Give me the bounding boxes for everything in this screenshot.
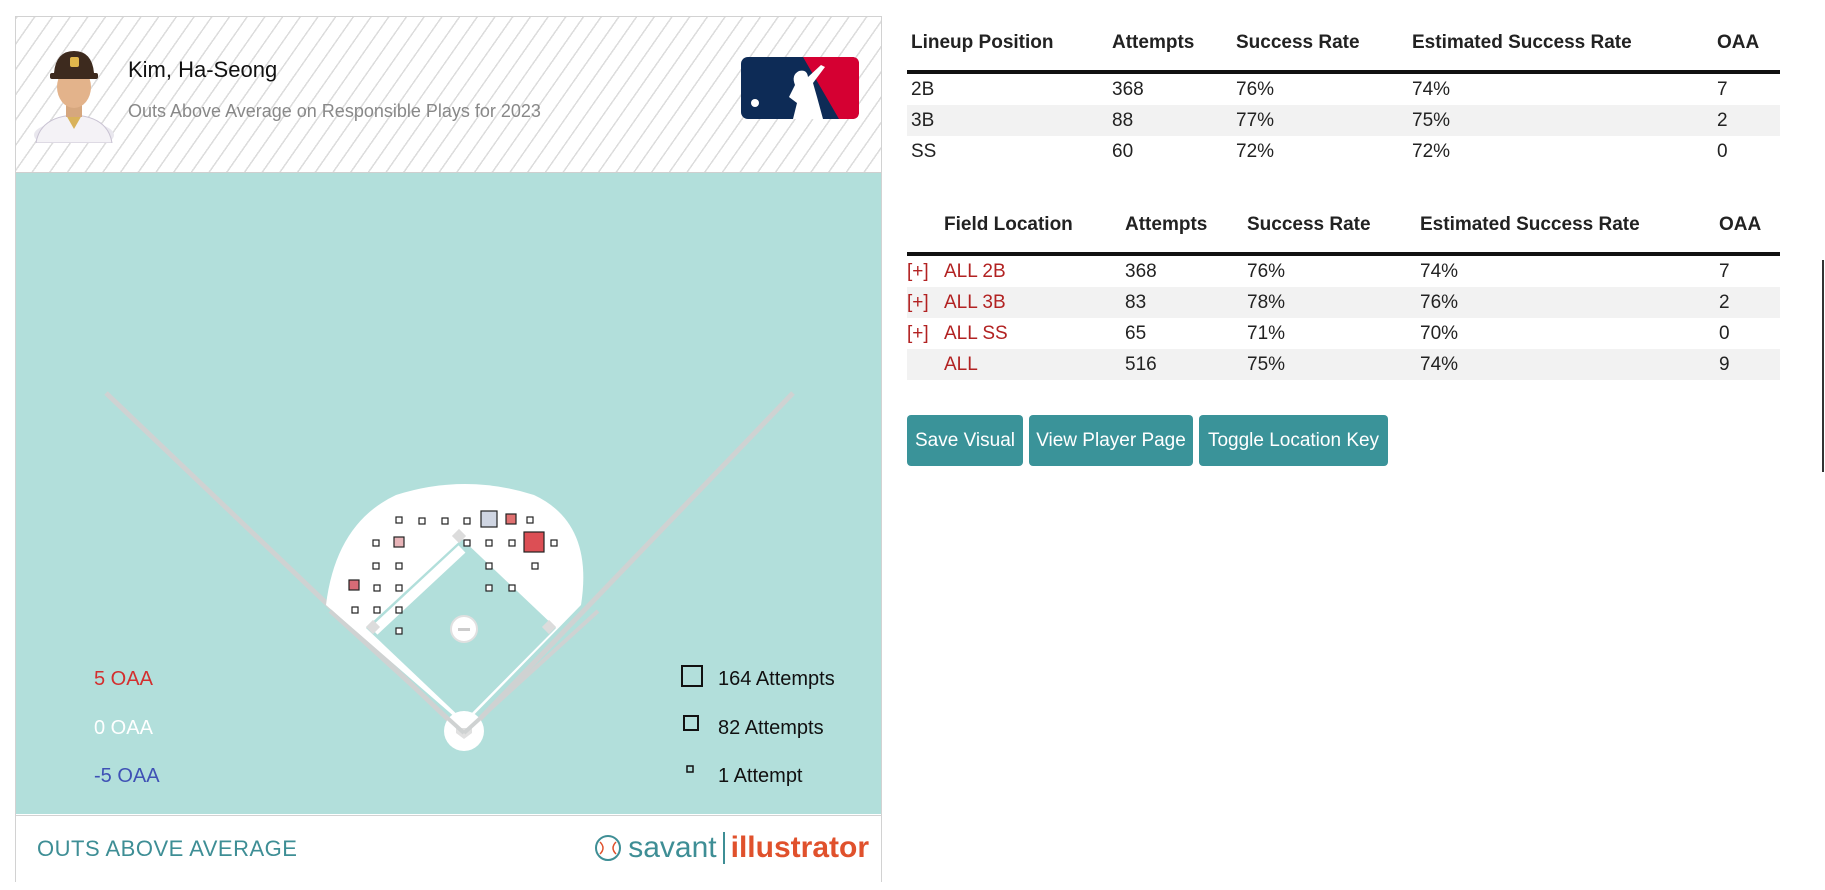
expand-toggle-3b[interactable]: [+] xyxy=(907,287,944,318)
col-header-expand xyxy=(907,198,944,256)
toggle-location-key-button[interactable]: Toggle Location Key xyxy=(1199,415,1388,466)
cell-estimated-success-rate: 74% xyxy=(1412,78,1451,100)
cell-success-rate: 72% xyxy=(1236,140,1275,162)
cell-oaa: 7 xyxy=(1719,260,1730,282)
chart-subtitle: Outs Above Average on Responsible Plays … xyxy=(128,101,541,121)
brand-divider xyxy=(722,832,725,864)
table-row: [+] ALL 2B 368 76% 74% 7 xyxy=(907,254,1780,287)
player-name: Kim, Ha-Seong xyxy=(128,57,278,82)
scrollbar-edge[interactable] xyxy=(1822,260,1824,472)
cell-estimated-success-rate: 75% xyxy=(1412,105,1717,136)
col-header-success-rate[interactable]: Success Rate xyxy=(1247,198,1420,256)
cell-estimated-success-rate: 74% xyxy=(1420,349,1719,380)
cell-attempts: 65 xyxy=(1125,322,1147,344)
legend-attempts-medium: 82 Attempts xyxy=(718,717,824,739)
cell-attempts: 83 xyxy=(1125,287,1247,318)
cell-oaa: 0 xyxy=(1719,322,1730,344)
legend-oaa-neutral: 0 OAA xyxy=(94,717,153,739)
col-header-lineup-position[interactable]: Lineup Position xyxy=(907,16,1112,74)
location-link-ss[interactable]: ALL SS xyxy=(944,318,1125,349)
col-header-field-location[interactable]: Field Location xyxy=(944,198,1125,256)
oaa-visual-card: Kim, Ha-Seong Outs Above Average on Resp… xyxy=(15,16,882,882)
col-header-attempts[interactable]: Attempts xyxy=(1112,16,1236,74)
expand-toggle-2b[interactable]: [+] xyxy=(907,254,944,287)
location-link-2b[interactable]: ALL 2B xyxy=(944,254,1125,287)
cell-success-rate: 75% xyxy=(1247,349,1420,380)
cell-position: 3B xyxy=(907,105,1112,136)
footer-title: OUTS ABOVE AVERAGE xyxy=(37,836,298,861)
cell-attempts: 88 xyxy=(1112,105,1236,136)
location-link-3b[interactable]: ALL 3B xyxy=(944,287,1125,318)
field-location-table: Field Location Attempts Success Rate Est… xyxy=(907,198,1780,380)
col-header-success-rate[interactable]: Success Rate xyxy=(1236,16,1412,74)
brand-illustrator: illustrator xyxy=(730,831,869,864)
field-diagram: 5 OAA 0 OAA -5 OAA 164 Attempts 82 Attem… xyxy=(16,173,881,814)
col-header-oaa[interactable]: OAA xyxy=(1717,16,1780,74)
cell-oaa: 2 xyxy=(1717,105,1780,136)
cell-attempts: 516 xyxy=(1125,349,1247,380)
cell-success-rate: 76% xyxy=(1236,78,1275,100)
table-header-row: Lineup Position Attempts Success Rate Es… xyxy=(907,16,1780,74)
attempt-size-squares xyxy=(681,665,703,773)
cell-success-rate: 77% xyxy=(1236,105,1412,136)
cell-success-rate: 76% xyxy=(1247,260,1286,282)
cell-oaa: 2 xyxy=(1719,287,1780,318)
table-row: ALL 516 75% 74% 9 xyxy=(907,349,1780,380)
cell-success-rate: 71% xyxy=(1247,322,1286,344)
cell-estimated-success-rate: 74% xyxy=(1420,260,1459,282)
table-row: [+] ALL 3B 83 78% 76% 2 xyxy=(907,287,1780,318)
col-header-estimated-success-rate[interactable]: Estimated Success Rate xyxy=(1412,16,1717,74)
save-visual-button[interactable]: Save Visual xyxy=(907,415,1023,466)
expand-toggle-ss[interactable]: [+] xyxy=(907,318,944,349)
table-row: [+] ALL SS 65 71% 70% 0 xyxy=(907,318,1780,349)
cell-attempts: 368 xyxy=(1112,78,1144,100)
table-row: SS 60 72% 72% 0 xyxy=(907,136,1780,167)
legend-oaa-positive: 5 OAA xyxy=(94,668,153,690)
cell-oaa: 7 xyxy=(1717,78,1728,100)
col-header-estimated-success-rate[interactable]: Estimated Success Rate xyxy=(1420,198,1719,256)
cell-oaa: 0 xyxy=(1717,140,1728,162)
cell-attempts: 368 xyxy=(1125,260,1157,282)
cell-estimated-success-rate: 76% xyxy=(1420,287,1719,318)
savant-illustrator-logo: savant illustrator xyxy=(594,830,869,866)
cell-success-rate: 78% xyxy=(1247,287,1420,318)
cell-oaa: 9 xyxy=(1719,349,1780,380)
card-header: Kim, Ha-Seong Outs Above Average on Resp… xyxy=(16,17,881,173)
legend-attempts-large: 164 Attempts xyxy=(718,668,835,690)
cell-estimated-success-rate: 72% xyxy=(1412,140,1451,162)
player-headshot xyxy=(34,51,114,143)
baseball-icon xyxy=(595,835,622,861)
legend-attempts-small: 1 Attempt xyxy=(718,765,803,787)
cell-position: SS xyxy=(911,140,937,162)
col-header-attempts[interactable]: Attempts xyxy=(1125,198,1247,256)
expand-toggle-empty xyxy=(907,349,944,380)
col-header-oaa[interactable]: OAA xyxy=(1719,198,1780,256)
cell-position: 2B xyxy=(911,78,935,100)
table-header-row: Field Location Attempts Success Rate Est… xyxy=(907,198,1780,256)
location-link-all[interactable]: ALL xyxy=(944,349,1125,380)
legend-oaa-negative: -5 OAA xyxy=(94,765,160,787)
card-footer: OUTS ABOVE AVERAGE savant illustrator xyxy=(16,815,881,882)
cell-estimated-success-rate: 70% xyxy=(1420,322,1459,344)
table-row: 2B 368 76% 74% 7 xyxy=(907,72,1780,105)
lineup-position-table: Lineup Position Attempts Success Rate Es… xyxy=(907,16,1780,167)
table-row: 3B 88 77% 75% 2 xyxy=(907,105,1780,136)
brand-savant: savant xyxy=(628,831,717,864)
view-player-page-button[interactable]: View Player Page xyxy=(1029,415,1193,466)
mlb-logo xyxy=(741,57,859,119)
cell-attempts: 60 xyxy=(1112,140,1134,162)
